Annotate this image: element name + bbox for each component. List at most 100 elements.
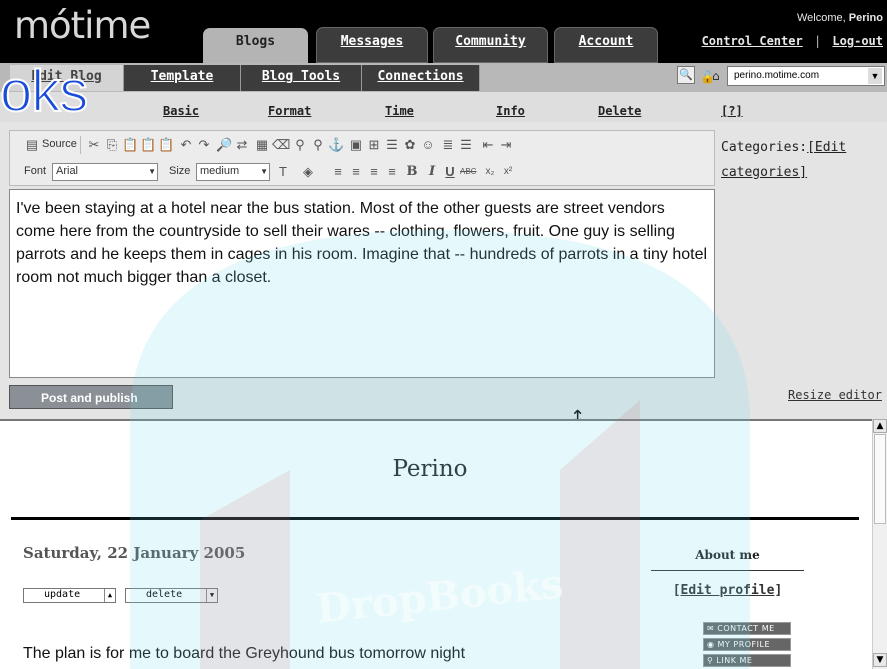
font-select-value: Arial [56, 165, 79, 177]
source-icon[interactable]: ▤ [24, 137, 40, 153]
edit-profile-link[interactable]: Edit profile [681, 583, 775, 598]
bullet-list-icon[interactable]: ☰ [458, 137, 474, 153]
size-select-value: medium [200, 165, 240, 177]
horizontal-rule-icon[interactable]: ☰ [384, 137, 400, 153]
copy-icon[interactable]: ⎘ [104, 137, 120, 153]
tab-account[interactable]: Account [554, 27, 658, 63]
underline-icon[interactable]: U [442, 164, 458, 180]
size-select[interactable]: medium ▼ [196, 163, 270, 181]
background-color-icon[interactable]: ◈ [300, 164, 316, 180]
resize-editor-link[interactable]: Resize editor [788, 388, 882, 402]
edit-subnav: Basic Format Time Info Delete [?] [0, 92, 887, 122]
cut-icon[interactable]: ✂ [86, 137, 102, 153]
size-label: Size [169, 165, 191, 177]
post-body-preview: The plan is for me to board the Greyhoun… [23, 645, 466, 662]
motime-logo[interactable]: mótime [14, 4, 151, 47]
numbered-list-icon[interactable]: ≣ [440, 137, 456, 153]
italic-icon[interactable]: I [424, 164, 440, 180]
special-char-icon[interactable]: ✿ [402, 137, 418, 153]
strikethrough-icon[interactable]: ABC [460, 164, 476, 180]
edit-categories-link[interactable]: [Edit [807, 140, 846, 155]
site-select[interactable]: perino.motime.com ▼ [727, 66, 885, 86]
tab-label: Messages [340, 34, 404, 49]
toolbar-row-2: Font Arial ▼ Size medium ▼ T ◈ ≡ ≡ ≡ ≡ B… [10, 160, 714, 186]
subtab-label: Connections [377, 69, 464, 84]
contact-me-badge[interactable]: ✉ CONTACT ME [703, 622, 791, 635]
blog-divider [11, 517, 859, 520]
chevron-down-icon: ▼ [260, 167, 268, 176]
nav-format[interactable]: Format [268, 104, 311, 118]
home-icon[interactable]: ⌂ [712, 69, 720, 83]
preview-scrollbar[interactable]: ▲ ▼ [872, 419, 887, 669]
anchor-icon[interactable]: ⚓ [328, 137, 344, 153]
link-icon[interactable]: ⚲ [292, 137, 308, 153]
unlink-icon[interactable]: ⚲ [310, 137, 326, 153]
align-right-icon[interactable]: ≡ [366, 164, 382, 180]
table-icon[interactable]: ⊞ [366, 137, 382, 153]
undo-icon[interactable]: ↶ [178, 137, 194, 153]
link-separator: | [813, 34, 822, 48]
text-color-icon[interactable]: T [275, 164, 291, 180]
redo-icon[interactable]: ↷ [196, 137, 212, 153]
edit-profile: [Edit profile] [651, 583, 804, 598]
align-left-icon[interactable]: ≡ [330, 164, 346, 180]
smiley-icon[interactable]: ☺ [420, 137, 436, 153]
nav-info[interactable]: Info [496, 104, 525, 118]
bold-icon[interactable]: B [404, 164, 420, 180]
logout-link[interactable]: Log-out [832, 34, 883, 48]
welcome-username: Perino [848, 12, 883, 24]
find-icon[interactable]: 🔎 [216, 137, 232, 153]
superscript-icon[interactable]: x² [500, 164, 516, 180]
remove-format-icon[interactable]: ⌫ [272, 137, 290, 153]
search-icon[interactable]: 🔍 [677, 66, 695, 84]
categories-label: Categories: [721, 140, 808, 155]
select-all-icon[interactable]: ▦ [254, 137, 270, 153]
blog-post-editor[interactable]: I've been staying at a hotel near the bu… [9, 189, 715, 378]
nav-help[interactable]: [?] [721, 104, 743, 118]
replace-icon[interactable]: ⇄ [234, 137, 250, 153]
outdent-icon[interactable]: ⇤ [480, 137, 496, 153]
source-button[interactable]: Source [42, 138, 77, 150]
tab-label: Account [578, 34, 634, 49]
indent-icon[interactable]: ⇥ [498, 137, 514, 153]
update-select[interactable]: update ▲ [23, 588, 116, 603]
my-profile-badge[interactable]: ◉ MY PROFILE [703, 638, 791, 651]
scroll-down-icon[interactable]: ▼ [873, 653, 887, 667]
nav-time[interactable]: Time [385, 104, 414, 118]
image-icon[interactable]: ▣ [348, 137, 364, 153]
tab-messages[interactable]: Messages [316, 27, 428, 63]
welcome-text: Welcome, Perino [797, 12, 883, 24]
chevron-up-icon[interactable]: ▲ [104, 589, 115, 602]
paste-icon[interactable]: 📋 [122, 137, 138, 153]
nav-basic[interactable]: Basic [163, 104, 199, 118]
subtab-template[interactable]: Template [124, 65, 241, 91]
edit-categories-link-cont[interactable]: categories] [721, 165, 807, 180]
tab-blogs[interactable]: Blogs [203, 28, 308, 64]
paste-text-icon[interactable]: 📋 [140, 137, 156, 153]
chevron-down-icon[interactable]: ▼ [206, 589, 217, 602]
scroll-up-icon[interactable]: ▲ [873, 419, 887, 433]
subscript-icon[interactable]: x₂ [482, 164, 498, 180]
welcome-prefix: Welcome, [797, 12, 846, 24]
chevron-down-icon[interactable]: ▼ [868, 68, 882, 84]
font-select[interactable]: Arial ▼ [52, 163, 158, 181]
site-select-value: perino.motime.com [734, 70, 820, 81]
tab-label: Blogs [235, 34, 276, 49]
nav-delete[interactable]: Delete [598, 104, 641, 118]
subtab-edit-blog[interactable]: Edit Blog [10, 65, 124, 91]
post-and-publish-button[interactable]: Post and publish [9, 385, 173, 409]
bracket-open: [ [672, 583, 681, 598]
bracket-close: ] [774, 583, 783, 598]
subtab-blog-tools[interactable]: Blog Tools [241, 65, 362, 91]
justify-icon[interactable]: ≡ [384, 164, 400, 180]
tab-community[interactable]: Community [433, 27, 548, 63]
align-center-icon[interactable]: ≡ [348, 164, 364, 180]
delete-select[interactable]: delete ▼ [125, 588, 218, 603]
subtab-connections[interactable]: Connections [362, 65, 480, 91]
link-me-badge[interactable]: ⚲ LINK ME [703, 654, 791, 667]
control-center-link[interactable]: Control Center [702, 34, 803, 48]
update-label: update [44, 589, 81, 600]
scroll-thumb[interactable] [874, 434, 886, 524]
about-me-heading: About me [651, 548, 804, 571]
paste-word-icon[interactable]: 📋 [158, 137, 174, 153]
